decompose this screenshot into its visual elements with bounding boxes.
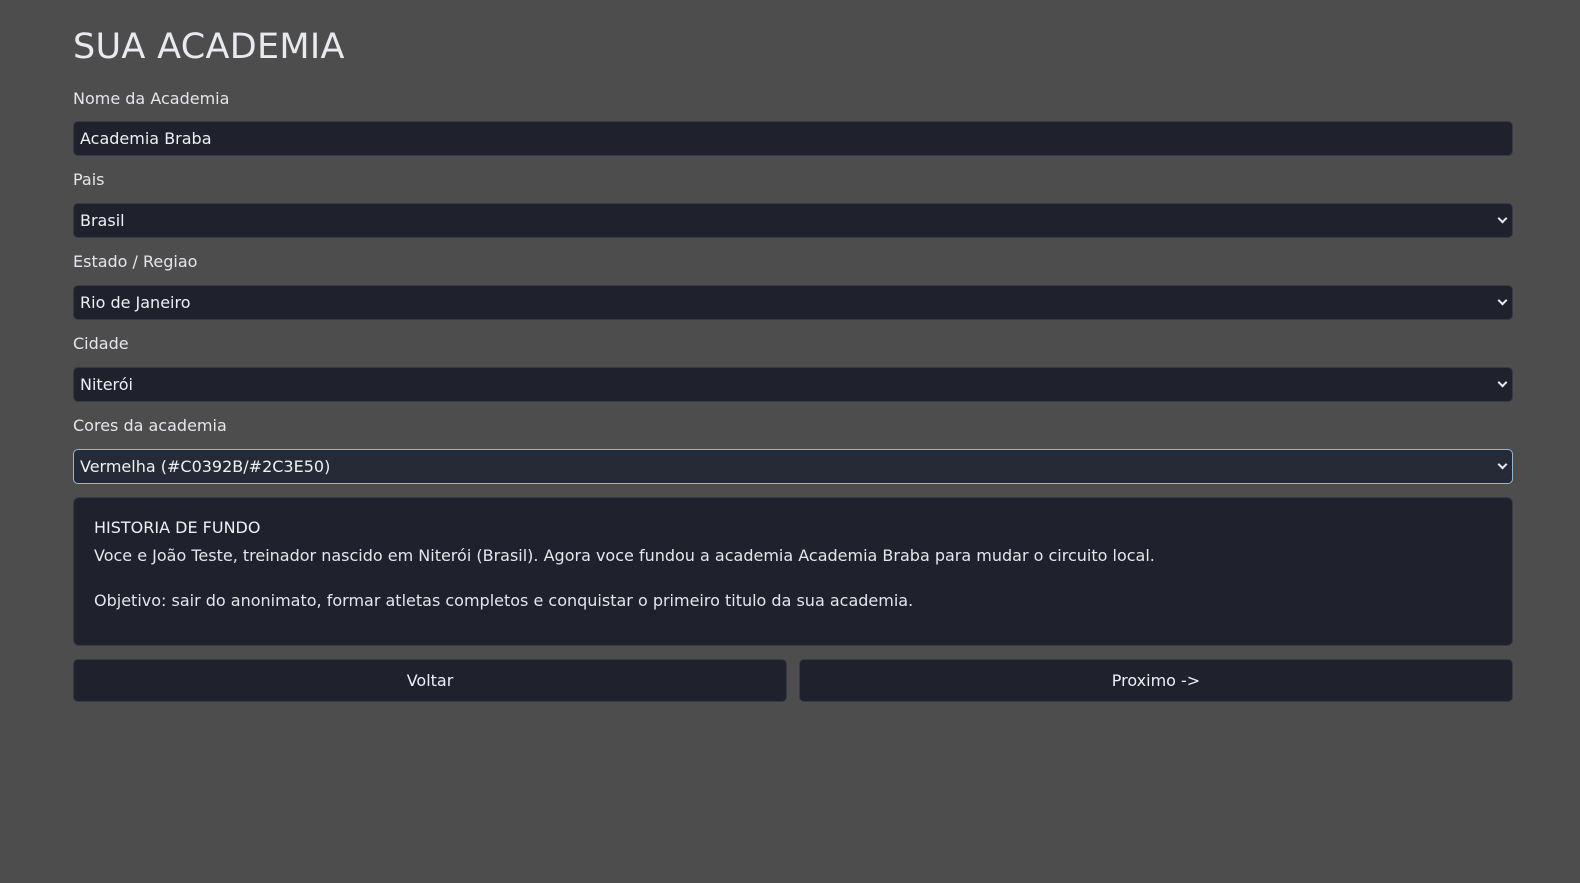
gym-name-value: Academia Braba <box>80 129 212 148</box>
city-value: Niterói <box>80 375 133 394</box>
story-objective: Objetivo: sair do anonimato, formar atle… <box>94 591 914 610</box>
state-value: Rio de Janeiro <box>80 293 191 312</box>
city-label: Cidade <box>73 334 129 353</box>
country-label: Pais <box>73 170 105 189</box>
story-text: Voce e João Teste, treinador nascido em … <box>94 546 1155 565</box>
colors-label: Cores da academia <box>73 416 227 435</box>
back-button[interactable]: Voltar <box>73 659 787 702</box>
country-select[interactable]: Brasil <box>73 203 1513 238</box>
next-button[interactable]: Proximo -> <box>799 659 1513 702</box>
chevron-down-icon <box>1497 213 1508 223</box>
state-select[interactable]: Rio de Janeiro <box>73 285 1513 320</box>
chevron-down-icon <box>1497 295 1508 305</box>
colors-value: Vermelha (#C0392B/#2C3E50) <box>80 457 331 476</box>
chevron-down-icon <box>1497 459 1508 469</box>
chevron-down-icon <box>1497 377 1508 387</box>
country-value: Brasil <box>80 211 125 230</box>
background-story-panel: HISTORIA DE FUNDO Voce e João Teste, tre… <box>73 497 1513 646</box>
gym-name-input[interactable]: Academia Braba <box>73 121 1513 156</box>
gym-name-label: Nome da Academia <box>73 89 230 108</box>
state-label: Estado / Regiao <box>73 252 198 271</box>
colors-select[interactable]: Vermelha (#C0392B/#2C3E50) <box>73 449 1513 484</box>
story-title: HISTORIA DE FUNDO <box>94 518 261 537</box>
city-select[interactable]: Niterói <box>73 367 1513 402</box>
page-title: SUA ACADEMIA <box>73 27 345 67</box>
